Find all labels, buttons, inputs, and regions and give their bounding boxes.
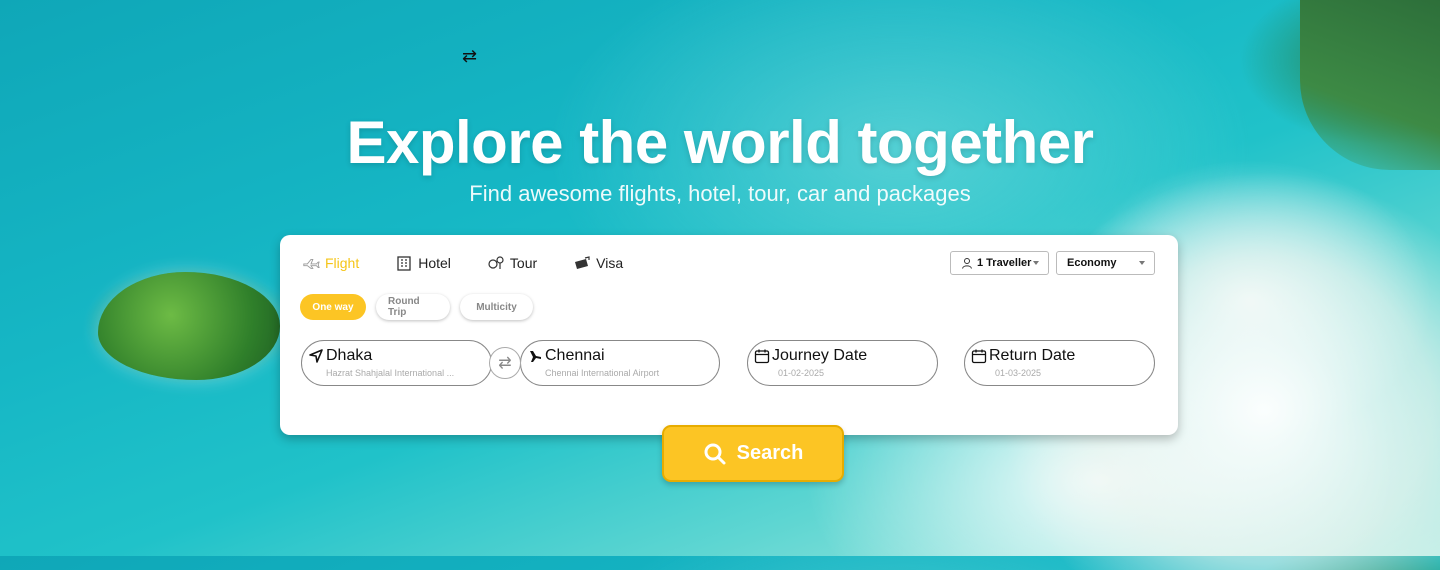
- to-field[interactable]: Chennai Chennai International Airport: [520, 340, 720, 386]
- cabin-class-select[interactable]: Economy: [1056, 251, 1155, 275]
- return-date-field[interactable]: Return Date 01-03-2025: [964, 340, 1155, 386]
- tab-flight[interactable]: Flight: [302, 255, 359, 271]
- from-field[interactable]: Dhaka Hazrat Shahjalal International ...: [301, 340, 492, 386]
- tab-hotel[interactable]: Hotel: [395, 255, 451, 271]
- journey-date-value: 01-02-2025: [778, 368, 825, 378]
- building-icon: [397, 256, 411, 271]
- journey-date-field[interactable]: Journey Date 01-02-2025: [747, 340, 938, 386]
- tab-visa[interactable]: Visa: [573, 255, 623, 271]
- swap-icon: ⇄: [498, 355, 512, 372]
- swap-locations-button[interactable]: ⇄: [489, 347, 521, 379]
- search-button-label: Search: [736, 442, 804, 464]
- background-island: [98, 272, 280, 380]
- service-tabs: Flight Hotel Tour Visa: [302, 255, 659, 271]
- tour-icon: [488, 256, 504, 269]
- tab-tour[interactable]: Tour: [487, 255, 537, 271]
- tab-label: Visa: [596, 255, 624, 271]
- plane-landing-icon: [530, 351, 541, 362]
- hero-subtitle: Find awesome flights, hotel, tour, car a…: [469, 181, 971, 206]
- trip-multicity[interactable]: Multicity: [460, 294, 533, 320]
- tab-label: Hotel: [418, 255, 451, 271]
- tab-label: Flight: [325, 255, 360, 271]
- from-city: Dhaka: [326, 347, 373, 364]
- trip-one-way[interactable]: One way: [300, 294, 366, 320]
- plane-icon: [303, 258, 320, 269]
- trip-type-group: One way Round Trip Multicity: [300, 294, 533, 320]
- calendar-icon: [754, 349, 770, 364]
- passport-icon: [575, 256, 590, 269]
- return-date-value: 01-03-2025: [995, 368, 1042, 378]
- journey-date-label: Journey Date: [772, 347, 868, 364]
- hero-title: Explore the world together: [346, 109, 1094, 176]
- traveller-select-value: 1 Traveller: [977, 257, 1032, 269]
- search-icon: [704, 443, 726, 464]
- swap-arrows-icon: ⇄: [462, 46, 478, 66]
- to-airport: Chennai International Airport: [545, 368, 660, 378]
- cabin-class-value: Economy: [1067, 257, 1117, 269]
- return-date-label: Return Date: [989, 347, 1076, 364]
- trip-round-trip[interactable]: Round Trip: [376, 294, 450, 320]
- from-airport: Hazrat Shahjalal International ...: [326, 368, 455, 378]
- tab-label: Tour: [509, 255, 538, 271]
- chevron-down-icon: [1033, 261, 1039, 265]
- to-city: Chennai: [545, 347, 605, 364]
- search-button[interactable]: Search: [662, 425, 844, 482]
- location-arrow-icon: [309, 349, 323, 363]
- traveller-select[interactable]: 1 Traveller: [950, 251, 1049, 275]
- calendar-icon: [971, 349, 987, 364]
- search-card: Flight Hotel Tour Visa 1 Traveller Econo…: [280, 235, 1178, 435]
- chevron-down-icon: [1139, 261, 1145, 265]
- user-icon: [962, 258, 972, 269]
